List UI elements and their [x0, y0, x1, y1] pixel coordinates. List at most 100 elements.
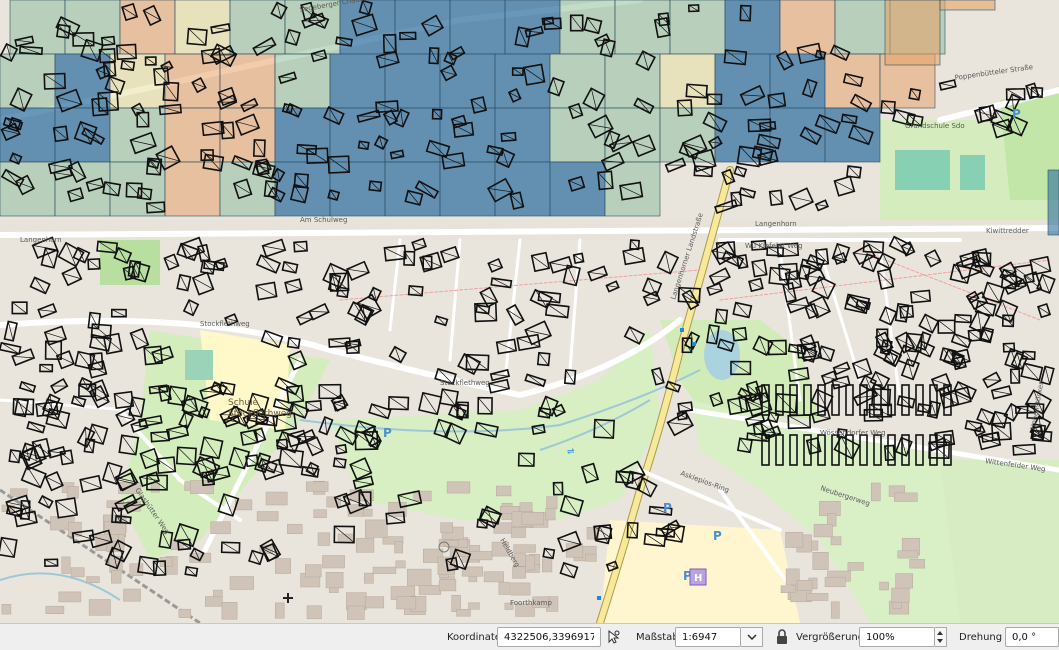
- building: [178, 608, 192, 618]
- map-canvas[interactable]: P P P P P H ⇌ Segeberger Chaussee Poppen…: [0, 0, 1059, 623]
- magnification-spinbox[interactable]: [859, 627, 935, 647]
- building: [468, 551, 493, 561]
- building: [418, 585, 442, 595]
- building: [256, 511, 279, 522]
- grid-cell: [274, 161, 331, 217]
- street-label: Foorthkamp: [510, 599, 552, 607]
- building: [891, 587, 910, 603]
- school-label: Schule: [228, 398, 259, 408]
- building: [355, 537, 375, 553]
- magnification-spin-buttons[interactable]: [935, 627, 947, 647]
- building: [521, 512, 544, 526]
- building: [275, 558, 291, 574]
- building: [86, 576, 100, 583]
- building: [806, 593, 829, 601]
- grid-cell: [274, 53, 331, 109]
- status-bar: Koordinate Maßstab Vergrößerung Drehung: [0, 623, 1059, 650]
- grid-cell: [329, 161, 386, 217]
- building: [496, 485, 512, 497]
- building: [70, 567, 85, 578]
- street-label: Wu Kiefeler Weg: [745, 242, 803, 250]
- building: [372, 566, 397, 574]
- building: [365, 519, 388, 538]
- building: [456, 609, 471, 617]
- grid-cell: [384, 53, 441, 109]
- building: [221, 602, 238, 620]
- building: [545, 508, 556, 521]
- street-label: Langenhorn: [20, 236, 62, 244]
- building: [396, 596, 417, 610]
- building: [812, 552, 829, 570]
- building: [813, 523, 833, 538]
- scale-label: Maßstab: [636, 632, 679, 643]
- building: [440, 522, 453, 534]
- building: [879, 581, 889, 591]
- grid-cell: [329, 53, 386, 109]
- bus-stop-icon: [597, 596, 601, 600]
- building: [347, 605, 365, 620]
- bus-stop-icon: [692, 342, 696, 346]
- building: [894, 492, 918, 502]
- parking-marker: P: [663, 501, 672, 515]
- building: [897, 550, 919, 559]
- building: [229, 576, 254, 590]
- lock-icon[interactable]: [773, 628, 791, 646]
- building: [830, 536, 842, 546]
- bus-stop-icon: ⇌: [567, 447, 575, 457]
- map-view[interactable]: P P P P P H ⇌ Segeberger Chaussee Poppen…: [0, 0, 1059, 623]
- building: [306, 481, 329, 492]
- building: [483, 571, 504, 583]
- building: [305, 564, 322, 578]
- poi-label: Grundschule Sdo: [905, 122, 965, 130]
- building: [322, 555, 345, 569]
- grid-cell: [939, 0, 996, 11]
- rotation-spinbox[interactable]: [1005, 627, 1059, 647]
- grid-cell: [884, 0, 941, 66]
- building: [58, 591, 82, 603]
- mouse-pointer-icon[interactable]: [604, 628, 622, 646]
- building: [210, 521, 231, 535]
- grid-cell: [449, 0, 506, 55]
- scale-dropdown-button[interactable]: [741, 627, 763, 647]
- coordinate-field[interactable]: [497, 627, 601, 647]
- school-label: Stockflethweg: [228, 409, 292, 419]
- street-label: Kiwittredder: [986, 227, 1029, 235]
- grid-cell: [494, 53, 551, 109]
- grid-cell: [604, 107, 661, 163]
- building: [512, 566, 526, 579]
- building: [394, 541, 403, 554]
- building: [265, 491, 288, 506]
- building: [150, 482, 160, 493]
- building: [287, 523, 303, 534]
- building: [313, 509, 327, 518]
- building: [45, 605, 65, 614]
- grid-cell: [604, 161, 661, 217]
- building: [498, 581, 510, 595]
- grid-cell: [439, 161, 496, 217]
- rotation-label: Drehung: [959, 632, 1003, 643]
- magnification-label: Vergrößerung: [796, 632, 865, 643]
- grid-cell: [0, 53, 56, 109]
- building: [213, 589, 223, 598]
- street-label: Wössendorfer Weg: [820, 429, 886, 437]
- hospital-label: H: [694, 573, 702, 584]
- building: [326, 496, 342, 508]
- coordinate-label: Koordinate: [447, 632, 501, 643]
- building: [317, 532, 331, 546]
- grid-cell: [494, 107, 551, 163]
- building: [830, 601, 840, 619]
- grid-cell: [724, 0, 781, 55]
- building: [979, 328, 994, 343]
- building: [847, 562, 864, 571]
- building: [524, 554, 535, 571]
- grid-cell: [834, 0, 891, 55]
- building: [205, 596, 223, 607]
- grid-cell: [549, 53, 606, 109]
- grid-cell: [54, 107, 111, 163]
- parking-marker: P: [383, 426, 392, 440]
- scale-combobox[interactable]: [675, 627, 741, 647]
- building: [785, 532, 804, 548]
- building: [325, 572, 344, 589]
- building: [1, 604, 12, 615]
- grid-cell: [494, 161, 551, 217]
